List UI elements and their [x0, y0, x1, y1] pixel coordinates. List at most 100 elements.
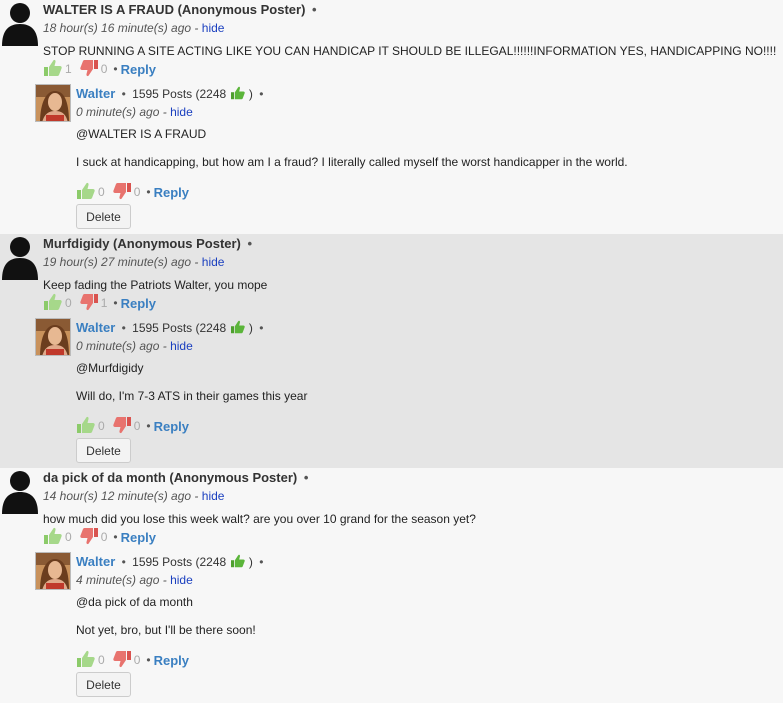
reply-vote-row: 0 0 • Reply [76, 416, 189, 437]
reply-mention: @da pick of da month [76, 595, 193, 609]
reply-mention: @Murfdigidy [76, 361, 144, 375]
vote-row: 1 0 • Reply [43, 59, 156, 80]
user-photo-avatar[interactable] [35, 552, 71, 590]
separator-dot: • [259, 321, 264, 335]
anonymous-avatar [1, 468, 39, 514]
reputation-thumbs-up-icon [230, 86, 246, 103]
downvote-count: 0 [133, 653, 141, 667]
post-count-close: ) [248, 555, 253, 569]
separator-dash: - [194, 255, 202, 269]
reply-text: Will do, I'm 7-3 ATS in their games this… [76, 389, 308, 403]
separator-dot: • [113, 296, 118, 310]
post-count-close: ) [248, 321, 253, 335]
comment-meta: 14 hour(s) 12 minute(s) ago - hide [43, 489, 224, 503]
comment-timestamp: 14 hour(s) 12 minute(s) ago [43, 489, 192, 503]
reply-timestamp: 0 minute(s) ago [76, 105, 160, 119]
reply-link[interactable]: Reply [154, 653, 189, 668]
comment-text: STOP RUNNING A SITE ACTING LIKE YOU CAN … [43, 44, 777, 58]
thumbs-down-icon[interactable] [79, 293, 99, 314]
separator-dash: - [194, 21, 202, 35]
thumbs-up-icon[interactable] [43, 527, 63, 548]
reply-vote-row: 0 0 • Reply [76, 650, 189, 671]
anonymous-avatar [1, 0, 39, 46]
delete-button[interactable]: Delete [76, 204, 131, 229]
thumbs-up-icon[interactable] [76, 650, 96, 671]
comment-timestamp: 19 hour(s) 27 minute(s) ago [43, 255, 192, 269]
separator-dot: • [259, 87, 264, 101]
comment-thread: WALTER IS A FRAUD (Anonymous Poster) • 1… [0, 0, 783, 703]
reply-link[interactable]: Reply [154, 419, 189, 434]
delete-button[interactable]: Delete [76, 438, 131, 463]
hide-link[interactable]: hide [170, 573, 193, 587]
downvote-count: 0 [100, 62, 108, 76]
comment-author: da pick of da month (Anonymous Poster) • [43, 470, 311, 485]
reply-username[interactable]: Walter [76, 320, 115, 335]
hide-link[interactable]: hide [202, 489, 225, 503]
post-count: 1595 Posts (2248 [132, 555, 227, 569]
hide-link[interactable]: hide [170, 339, 193, 353]
hide-link[interactable]: hide [202, 21, 225, 35]
separator-dot: • [146, 419, 151, 433]
comment-block: WALTER IS A FRAUD (Anonymous Poster) • 1… [0, 0, 783, 234]
reply-link[interactable]: Reply [154, 185, 189, 200]
thumbs-down-icon[interactable] [79, 59, 99, 80]
comment-author: WALTER IS A FRAUD (Anonymous Poster) • [43, 2, 320, 17]
thumbs-down-icon[interactable] [79, 527, 99, 548]
reply-link[interactable]: Reply [121, 296, 156, 311]
comment-meta: 19 hour(s) 27 minute(s) ago - hide [43, 255, 224, 269]
reply-link[interactable]: Reply [121, 530, 156, 545]
author-name: WALTER IS A FRAUD (Anonymous Poster) [43, 2, 306, 17]
separator-dash: - [162, 573, 171, 587]
author-name: Murfdigidy (Anonymous Poster) [43, 236, 241, 251]
comment-block: Murfdigidy (Anonymous Poster) • 19 hour(… [0, 234, 783, 468]
reply-link[interactable]: Reply [121, 62, 156, 77]
comment-timestamp: 18 hour(s) 16 minute(s) ago [43, 21, 192, 35]
user-photo-avatar[interactable] [35, 318, 71, 356]
vote-row: 0 0 • Reply [43, 527, 156, 548]
hide-link[interactable]: hide [170, 105, 193, 119]
downvote-count: 0 [133, 419, 141, 433]
separator-dot: • [303, 470, 309, 485]
separator-dot: • [259, 555, 264, 569]
reply-header: Walter • 1595 Posts (2248 ) • [76, 86, 266, 103]
reply-meta: 0 minute(s) ago - hide [76, 105, 193, 119]
comment-text: Keep fading the Patriots Walter, you mop… [43, 278, 268, 292]
reply-meta: 4 minute(s) ago - hide [76, 573, 193, 587]
upvote-count: 0 [98, 185, 105, 199]
thumbs-up-icon[interactable] [76, 416, 96, 437]
thumbs-down-icon[interactable] [112, 416, 132, 437]
separator-dash: - [194, 489, 202, 503]
thumbs-up-icon[interactable] [43, 293, 63, 314]
separator-dot: • [113, 62, 118, 76]
comment-author: Murfdigidy (Anonymous Poster) • [43, 236, 255, 251]
separator-dot: • [121, 321, 126, 335]
upvote-count: 0 [65, 530, 72, 544]
reply-username[interactable]: Walter [76, 554, 115, 569]
separator-dash: - [162, 105, 171, 119]
post-count: 1595 Posts (2248 [132, 87, 227, 101]
downvote-count: 1 [100, 296, 108, 310]
reply-timestamp: 0 minute(s) ago [76, 339, 160, 353]
reply-text: Not yet, bro, but I'll be there soon! [76, 623, 256, 637]
thumbs-up-icon[interactable] [76, 182, 96, 203]
anonymous-avatar [1, 234, 39, 280]
reply-text: I suck at handicapping, but how am I a f… [76, 155, 628, 169]
separator-dot: • [312, 2, 317, 17]
separator-dot: • [247, 236, 253, 251]
thumbs-down-icon[interactable] [112, 650, 132, 671]
upvote-count: 1 [65, 62, 72, 76]
comment-text: how much did you lose this week walt? ar… [43, 512, 476, 526]
thumbs-up-icon[interactable] [43, 59, 63, 80]
thumbs-down-icon[interactable] [112, 182, 132, 203]
reply-header: Walter • 1595 Posts (2248 ) • [76, 320, 266, 337]
delete-button[interactable]: Delete [76, 672, 131, 697]
reply-mention: @WALTER IS A FRAUD [76, 127, 207, 141]
reputation-thumbs-up-icon [230, 554, 246, 571]
user-photo-avatar[interactable] [35, 84, 71, 122]
separator-dash: - [162, 339, 171, 353]
reply-header: Walter • 1595 Posts (2248 ) • [76, 554, 266, 571]
hide-link[interactable]: hide [202, 255, 225, 269]
downvote-count: 0 [100, 530, 108, 544]
reply-username[interactable]: Walter [76, 86, 115, 101]
vote-row: 0 1 • Reply [43, 293, 156, 314]
